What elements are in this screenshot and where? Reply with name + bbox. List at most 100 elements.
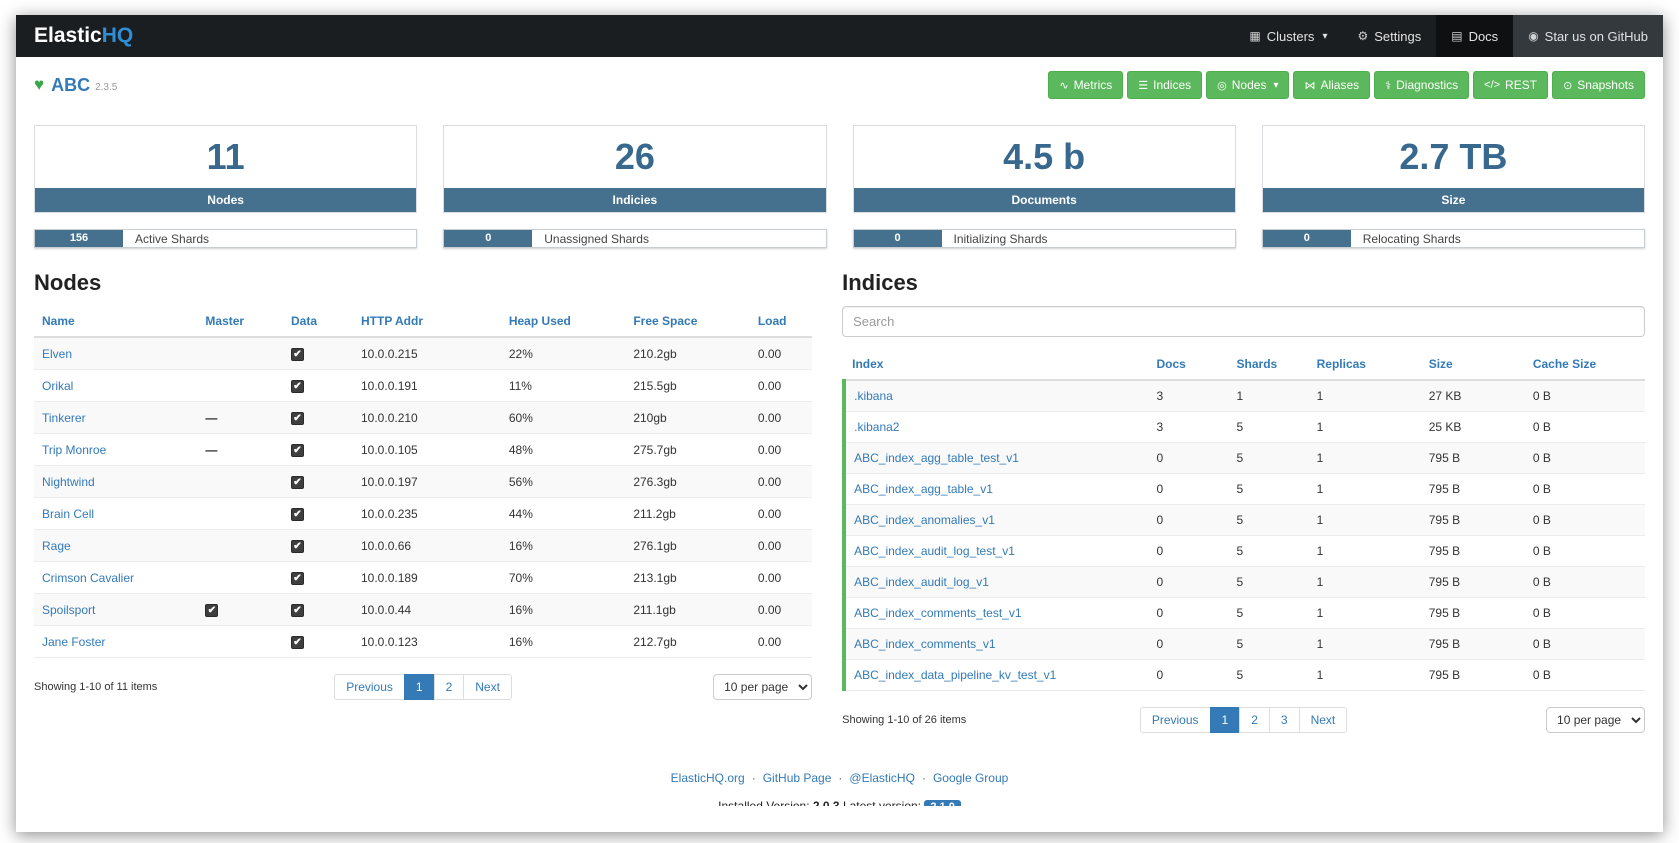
- node-name-link[interactable]: Tinkerer: [42, 411, 86, 425]
- previous-page-button[interactable]: Previous: [334, 674, 405, 700]
- node-row: Brain Cell✔10.0.0.23544%211.2gb0.00: [34, 498, 812, 530]
- page-footer-links: ElasticHQ.org·GitHub Page·@ElasticHQ·Goo…: [16, 771, 1663, 785]
- index-name-link[interactable]: ABC_index_audit_log_v1: [854, 575, 989, 589]
- cluster-btn-diagnostics[interactable]: ⚕Diagnostics: [1374, 71, 1469, 99]
- index-docs-cell: 0: [1148, 474, 1228, 505]
- cluster-btn-snapshots[interactable]: ⊙Snapshots: [1552, 71, 1645, 99]
- page-button-1[interactable]: 1: [404, 674, 435, 700]
- col-header-master: Master: [197, 306, 283, 337]
- node-name-link[interactable]: Nightwind: [42, 475, 95, 489]
- node-http-addr-cell: 10.0.0.105: [353, 434, 501, 466]
- index-name-link[interactable]: ABC_index_anomalies_v1: [854, 513, 995, 527]
- page-button-3[interactable]: 3: [1269, 707, 1300, 733]
- page-button-2[interactable]: 2: [1239, 707, 1270, 733]
- footer-link-github-page[interactable]: GitHub Page: [763, 771, 832, 785]
- index-name-link[interactable]: ABC_index_data_pipeline_kv_test_v1: [854, 668, 1056, 682]
- cluster-btn-aliases[interactable]: ⋈Aliases: [1293, 71, 1370, 99]
- node-name-link[interactable]: Brain Cell: [42, 507, 94, 521]
- index-name-link[interactable]: ABC_index_agg_table_v1: [854, 482, 993, 496]
- checked-checkbox-icon[interactable]: ✔: [205, 604, 218, 617]
- node-name-link[interactable]: Jane Foster: [42, 635, 105, 649]
- installed-version-value: 2.0.3: [813, 799, 840, 806]
- index-size-cell: 795 B: [1421, 474, 1525, 505]
- node-free-space-cell: 215.5gb: [625, 370, 749, 402]
- stat-value: 11: [35, 126, 416, 188]
- nav-item-docs[interactable]: ▤Docs: [1436, 15, 1513, 57]
- node-heap-used-cell: 22%: [501, 337, 625, 370]
- cluster-name-link[interactable]: ABC: [51, 75, 90, 96]
- nodes-icon: ◎: [1217, 79, 1227, 92]
- index-replicas-cell: 1: [1309, 536, 1421, 567]
- node-row: Elven✔10.0.0.21522%210.2gb0.00: [34, 337, 812, 370]
- checked-checkbox-icon[interactable]: ✔: [291, 604, 304, 617]
- node-name-cell: Spoilsport: [34, 594, 197, 626]
- node-name-link[interactable]: Trip Monroe: [42, 443, 106, 457]
- checked-checkbox-icon[interactable]: ✔: [291, 508, 304, 521]
- next-page-button[interactable]: Next: [463, 674, 512, 700]
- nav-item-label: Settings: [1374, 29, 1421, 44]
- indices-table-body: .kibana31127 KB0 B.kibana235125 KB0 BABC…: [844, 380, 1645, 691]
- shard-count-badge: 156: [35, 230, 123, 247]
- node-name-link[interactable]: Elven: [42, 347, 72, 361]
- nav-item-star-us-on-github[interactable]: ◉Star us on GitHub: [1513, 15, 1663, 57]
- version-line: Installed Version: 2.0.3 Latest version:…: [16, 797, 1663, 806]
- index-name-link[interactable]: .kibana: [854, 389, 893, 403]
- node-free-space-cell: 211.1gb: [625, 594, 749, 626]
- node-master-cell: [197, 337, 283, 370]
- nav-item-settings[interactable]: ⚙Settings: [1342, 15, 1436, 57]
- node-free-space-cell: 212.7gb: [625, 626, 749, 658]
- node-name-cell: Jane Foster: [34, 626, 197, 658]
- indices-search-input[interactable]: [842, 306, 1645, 337]
- cluster-btn-label: Diagnostics: [1396, 78, 1458, 92]
- node-name-link[interactable]: Spoilsport: [42, 603, 95, 617]
- checked-checkbox-icon[interactable]: ✔: [291, 636, 304, 649]
- nav-item-clusters[interactable]: ▦Clusters▾: [1234, 15, 1342, 57]
- nodes-per-page-select[interactable]: 10 per page: [713, 674, 812, 700]
- page-button-2[interactable]: 2: [434, 674, 465, 700]
- footer-link-elastichq-org[interactable]: ElasticHQ.org: [671, 771, 745, 785]
- installed-version-label: Installed Version:: [718, 799, 809, 806]
- node-name-link[interactable]: Rage: [42, 539, 71, 553]
- indices-per-page-select[interactable]: 10 per page: [1546, 707, 1645, 733]
- index-name-link[interactable]: ABC_index_comments_test_v1: [854, 606, 1021, 620]
- node-name-link[interactable]: Crimson Cavalier: [42, 571, 134, 585]
- page-button-1[interactable]: 1: [1210, 707, 1241, 733]
- index-size-cell: 795 B: [1421, 629, 1525, 660]
- checked-checkbox-icon[interactable]: ✔: [291, 444, 304, 457]
- footer-link-elastichq[interactable]: @ElasticHQ: [849, 771, 915, 785]
- node-name-link[interactable]: Orikal: [42, 379, 73, 393]
- checked-checkbox-icon[interactable]: ✔: [291, 572, 304, 585]
- index-name-link[interactable]: ABC_index_agg_table_test_v1: [854, 451, 1019, 465]
- col-header-size: Size: [1421, 349, 1525, 380]
- footer-link-google-group[interactable]: Google Group: [933, 771, 1008, 785]
- next-page-button[interactable]: Next: [1299, 707, 1348, 733]
- index-name-cell: .kibana: [844, 380, 1148, 412]
- previous-page-button[interactable]: Previous: [1140, 707, 1211, 733]
- brand-logo[interactable]: ElasticHQ: [16, 15, 151, 57]
- index-name-link[interactable]: ABC_index_comments_v1: [854, 637, 995, 651]
- cluster-btn-rest[interactable]: </>REST: [1473, 71, 1548, 99]
- index-name-link[interactable]: ABC_index_audit_log_test_v1: [854, 544, 1015, 558]
- nodes-table-body: Elven✔10.0.0.21522%210.2gb0.00Orikal✔10.…: [34, 337, 812, 658]
- node-http-addr-cell: 10.0.0.123: [353, 626, 501, 658]
- checked-checkbox-icon[interactable]: ✔: [291, 476, 304, 489]
- shard-count-badge: 0: [1263, 230, 1351, 247]
- index-docs-cell: 3: [1148, 412, 1228, 443]
- checked-checkbox-icon[interactable]: ✔: [291, 380, 304, 393]
- nodes-table: NameMasterDataHTTP AddrHeap UsedFree Spa…: [34, 306, 812, 658]
- index-replicas-cell: 1: [1309, 567, 1421, 598]
- index-replicas-cell: 1: [1309, 443, 1421, 474]
- cluster-btn-indices[interactable]: ☰Indices: [1127, 71, 1202, 99]
- node-http-addr-cell: 10.0.0.191: [353, 370, 501, 402]
- checked-checkbox-icon[interactable]: ✔: [291, 348, 304, 361]
- nodes-footer-right: 10 per page: [512, 674, 812, 700]
- cluster-btn-nodes[interactable]: ◎Nodes▾: [1206, 71, 1289, 99]
- checked-checkbox-icon[interactable]: ✔: [291, 540, 304, 553]
- checked-checkbox-icon[interactable]: ✔: [291, 412, 304, 425]
- cluster-btn-metrics[interactable]: ∿Metrics: [1048, 71, 1123, 99]
- node-heap-used-cell: 16%: [501, 594, 625, 626]
- index-size-cell: 795 B: [1421, 536, 1525, 567]
- brand-elastic: Elastic: [34, 24, 102, 47]
- index-name-link[interactable]: .kibana2: [854, 420, 899, 434]
- node-heap-used-cell: 70%: [501, 562, 625, 594]
